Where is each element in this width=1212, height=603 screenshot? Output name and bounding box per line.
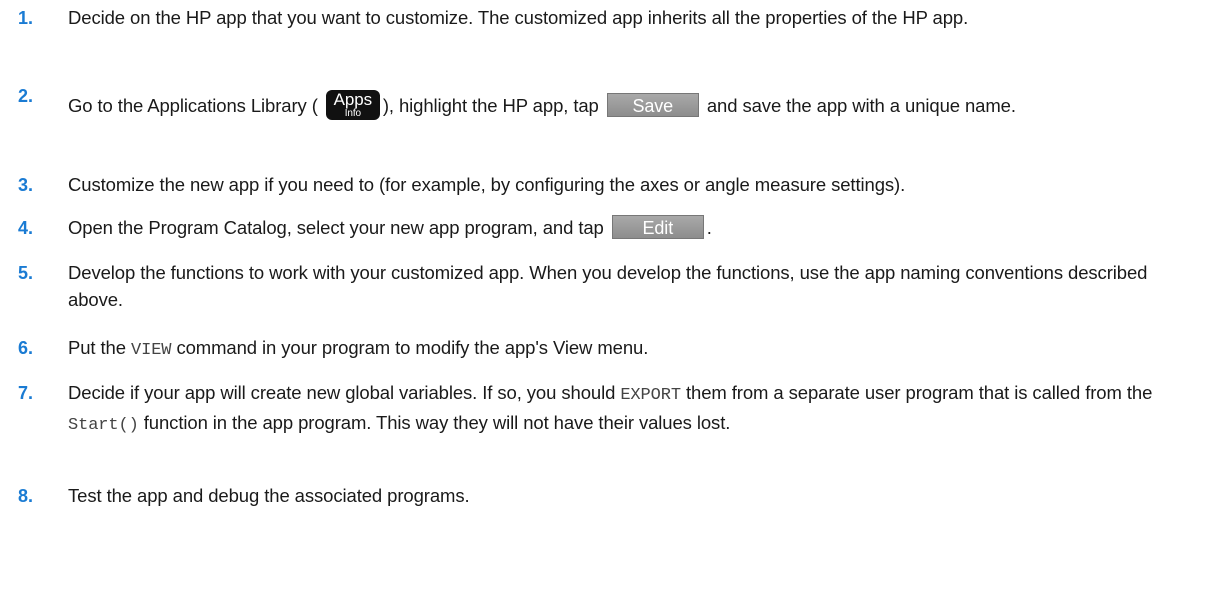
step-number: 5. <box>18 263 34 283</box>
step-number: 4. <box>18 218 34 238</box>
step-text: Customize the new app if you need to (fo… <box>68 174 906 195</box>
step-text: Go to the Applications Library ( Apps Inf… <box>68 90 1198 122</box>
step-text-part: Open the Program Catalog, select your ne… <box>68 217 604 238</box>
apps-key-icon: Apps Info <box>325 90 380 121</box>
step-number: 3. <box>18 175 34 195</box>
step-number: 1. <box>18 8 34 28</box>
step-text-part: ), highlight the HP app, tap <box>382 95 599 116</box>
step-number: 8. <box>18 486 34 506</box>
step-number: 7. <box>18 383 34 403</box>
step-number: 2. <box>18 86 34 106</box>
step-text: Test the app and debug the associated pr… <box>68 485 470 506</box>
instruction-list: 1. Decide on the HP app that you want to… <box>0 0 1212 603</box>
step-text-part: and save the app with a unique name. <box>706 95 1016 116</box>
step-text: Open the Program Catalog, select your ne… <box>68 214 1198 241</box>
edit-softkey: Edit <box>611 215 704 240</box>
step-text-part: them from a separate user program that i… <box>686 382 1153 403</box>
step-text: Develop the functions to work with your … <box>68 262 1148 310</box>
step-text-part: Decide if your app will create new globa… <box>68 382 616 403</box>
apps-key-label: Apps <box>333 90 372 110</box>
step-text-part: Put the <box>68 337 126 358</box>
step-text: Decide on the HP app that you want to cu… <box>68 7 969 28</box>
save-softkey: Save <box>606 93 699 118</box>
step-text-part: . <box>706 217 712 238</box>
step-text-part: function in the app program. This way th… <box>143 412 731 433</box>
info-key-label: Info <box>344 108 361 120</box>
step-text: Put the VIEW command in your program to … <box>68 334 1198 364</box>
step-number: 6. <box>18 338 34 358</box>
code-start: Start() <box>68 416 139 435</box>
step-text-part: command in your program to modify the ap… <box>176 337 649 358</box>
step-text-part: Go to the Applications Library ( <box>68 95 318 116</box>
code-export: EXPORT <box>620 386 681 405</box>
code-view: VIEW <box>130 341 172 360</box>
step-text: Decide if your app will create new globa… <box>68 379 1198 439</box>
